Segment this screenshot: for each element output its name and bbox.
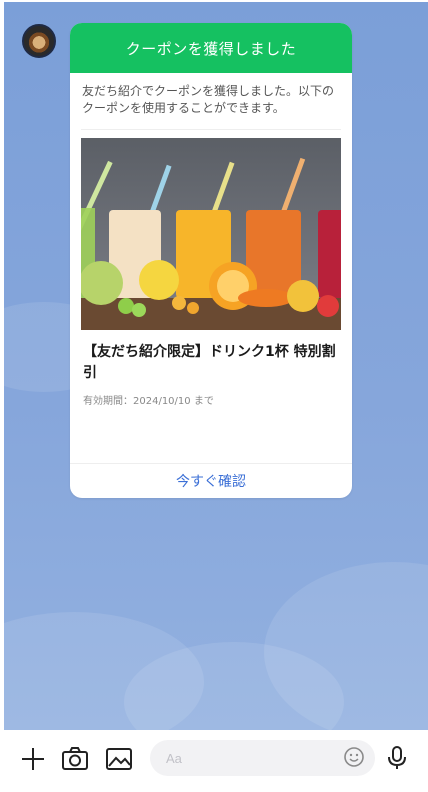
image-icon[interactable] bbox=[104, 744, 134, 774]
mic-icon[interactable] bbox=[386, 745, 408, 771]
coupon-title: 【友だち紹介限定】ドリンク1杯 特別割引 bbox=[83, 344, 336, 381]
confirm-now-button[interactable]: 今すぐ確認 bbox=[70, 464, 352, 498]
chat-background: クーポンを獲得しました 友だち紹介でクーポンを獲得しました。以下のクーポンを使用… bbox=[4, 2, 428, 730]
message-input[interactable] bbox=[150, 740, 375, 776]
emoji-icon[interactable] bbox=[343, 746, 365, 768]
camera-icon[interactable] bbox=[60, 744, 90, 774]
message-header: クーポンを獲得しました bbox=[70, 23, 352, 73]
message-input-bar bbox=[0, 730, 428, 792]
coupon-message-bubble: クーポンを獲得しました 友だち紹介でクーポンを獲得しました。以下のクーポンを使用… bbox=[70, 23, 352, 498]
coupon-expiry: 有効期間：2024/10/10 まで bbox=[83, 396, 214, 407]
avatar[interactable] bbox=[22, 24, 56, 58]
message-body: 友だち紹介でクーポンを獲得しました。以下のクーポンを使用することができます。 bbox=[82, 84, 335, 115]
coupon-image bbox=[81, 138, 341, 330]
plus-icon[interactable] bbox=[18, 744, 48, 774]
coupon-card[interactable]: 【友だち紹介限定】ドリンク1杯 特別割引 有効期間：2024/10/10 まで bbox=[81, 129, 341, 407]
